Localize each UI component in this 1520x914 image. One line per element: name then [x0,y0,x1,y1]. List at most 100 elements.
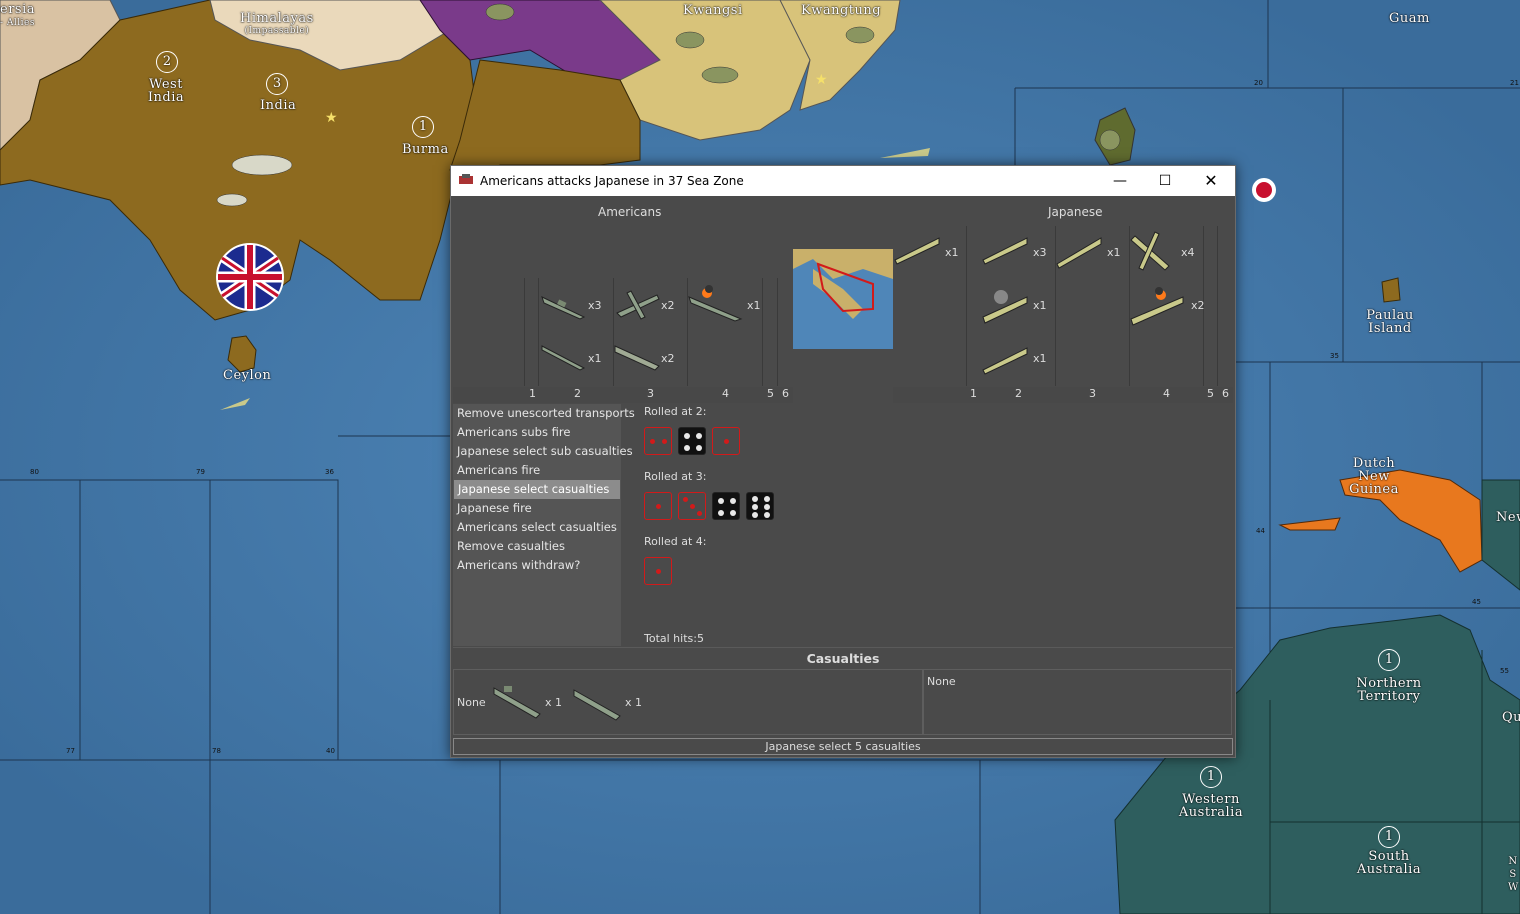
unit-count: x1 [945,246,959,259]
attacker-unit-transport[interactable]: x1 [893,230,959,272]
defender-unit-battleship[interactable]: x3 [981,230,1047,272]
casualty-count: x 1 [545,696,563,709]
label-india: India [260,98,297,113]
defender-column-3: 3 [1089,387,1096,400]
label-guam: Guam [1389,11,1430,26]
damaged-carrier-icon [982,290,1028,324]
defender-heading: Japanese [1048,205,1103,219]
unit-count: x2 [661,352,675,365]
label-himalayas: Himalayas (Impassable) [240,11,314,36]
defender-unit-damaged-carrier[interactable]: x1 [981,283,1047,325]
die-2 [644,427,672,455]
battle-dialog: Americans attacks Japanese in 37 Sea Zon… [450,165,1236,758]
ipc-circle-south-australia: 1 [1378,826,1400,848]
step-item[interactable]: Remove unescorted transports [453,404,635,423]
status-bar: Japanese select 5 casualties [453,738,1233,755]
attacker-unit-battleship[interactable]: x3 [540,283,602,325]
unit-count: x3 [1033,246,1047,259]
step-item[interactable]: Americans fire [453,461,621,480]
ipc-circle-western-australia: 1 [1200,766,1222,788]
uk-roundel-icon [216,243,284,311]
total-hits: Total hits:5 [644,632,704,645]
label-ceylon: Ceylon [223,368,272,383]
battleship-icon [541,296,586,320]
step-item-selected[interactable]: Japanese select casualties [454,480,620,499]
attacker-heading: Americans [598,205,662,219]
casualties-header: Casualties [453,647,1233,670]
label-west-india: West India [147,77,185,105]
cruiser-icon [1056,237,1102,269]
unit-count: x1 [1033,299,1047,312]
die-4 [712,492,740,520]
attacker-unit-submarine[interactable]: x1 [540,336,602,378]
defender-unit-submarine[interactable]: x1 [981,336,1047,378]
defender-unit-cruiser[interactable]: x1 [1055,230,1121,272]
label-qu: Qu [1502,710,1520,725]
close-icon[interactable]: ✕ [1189,166,1233,196]
die-6 [746,492,774,520]
label-dutch-new-guinea: Dutch New Guinea [1349,456,1399,497]
attacker-column-1: 1 [529,387,536,400]
defender-column-6: 6 [1222,387,1229,400]
unit-count: x4 [1181,246,1195,259]
minimize-icon[interactable]: — [1098,166,1142,196]
title-bar[interactable]: Americans attacks Japanese in 37 Sea Zon… [451,166,1235,196]
svg-text:★: ★ [325,110,338,126]
svg-text:★: ★ [815,72,828,88]
zone-number: 20 [1254,79,1263,87]
die-4 [678,427,706,455]
label-new: New [1496,510,1520,525]
step-item[interactable]: Japanese select sub casualties [453,442,633,461]
zone-number: 40 [326,747,335,755]
step-item[interactable]: Remove casualties [453,537,621,556]
fighter-icon [1130,231,1170,271]
unit-count: x2 [661,299,675,312]
sea-zone-thumbnail [793,249,893,349]
defender-unit-fighter[interactable]: x4 [1129,230,1195,272]
unit-count: x1 [588,352,602,365]
zone-number: 45 [1472,598,1481,606]
ipc-circle-northern-territory: 1 [1378,649,1400,671]
label-paulau: Paulau Island [1366,308,1414,336]
attacker-casualties-panel: None x 1 x 1 [453,669,923,735]
attacker-column-5: 5 [767,387,774,400]
label-kwangsi: Kwangsi [683,3,743,18]
label-northern-territory: Northern Territory [1356,676,1422,704]
step-item[interactable]: Japanese fire [453,499,621,518]
submarine-icon [541,345,586,371]
damaged-battleship-icon [1130,287,1184,326]
destroyer-icon [614,345,660,371]
die-1 [712,427,740,455]
attacker-unit-destroyer[interactable]: x2 [613,336,675,378]
dialog-title: Americans attacks Japanese in 37 Sea Zon… [480,174,744,188]
rolled-at-3-label: Rolled at 3: [644,470,707,483]
ipc-circle-burma: 1 [412,116,434,138]
transport-icon [894,237,940,265]
submarine-icon [982,347,1028,375]
damaged-battleship-icon [688,285,743,322]
maximize-icon[interactable]: ☐ [1143,166,1187,196]
die-1 [644,557,672,585]
attacker-unit-damaged-battleship[interactable]: x1 [687,283,761,325]
step-item[interactable]: Americans subs fire [453,423,621,442]
battle-steps-list[interactable]: Remove unescorted transports Americans s… [453,404,635,646]
zone-number: 35 [1330,352,1339,360]
label-western-australia: Western Australia [1178,792,1244,820]
submarine-icon [493,686,541,719]
attacker-column-4: 4 [722,387,729,400]
casualties-none-label: None [457,696,486,709]
rolled-at-2-label: Rolled at 2: [644,405,707,418]
rolled-at-4-label: Rolled at 4: [644,535,707,548]
unit-count: x3 [588,299,602,312]
step-item[interactable]: Americans select casualties [453,518,621,537]
defender-unit-damaged-battleship[interactable]: x2 [1129,283,1205,326]
attacker-unit-fighter[interactable]: x2 [613,283,675,325]
zone-number: 36 [325,468,334,476]
unit-count: x2 [1191,299,1205,312]
destroyer-icon [573,689,621,721]
attacker-column-3: 3 [647,387,654,400]
die-3 [678,492,706,520]
step-item[interactable]: Americans withdraw? [453,556,621,575]
unit-count: x1 [747,299,761,312]
app-icon [459,174,473,184]
